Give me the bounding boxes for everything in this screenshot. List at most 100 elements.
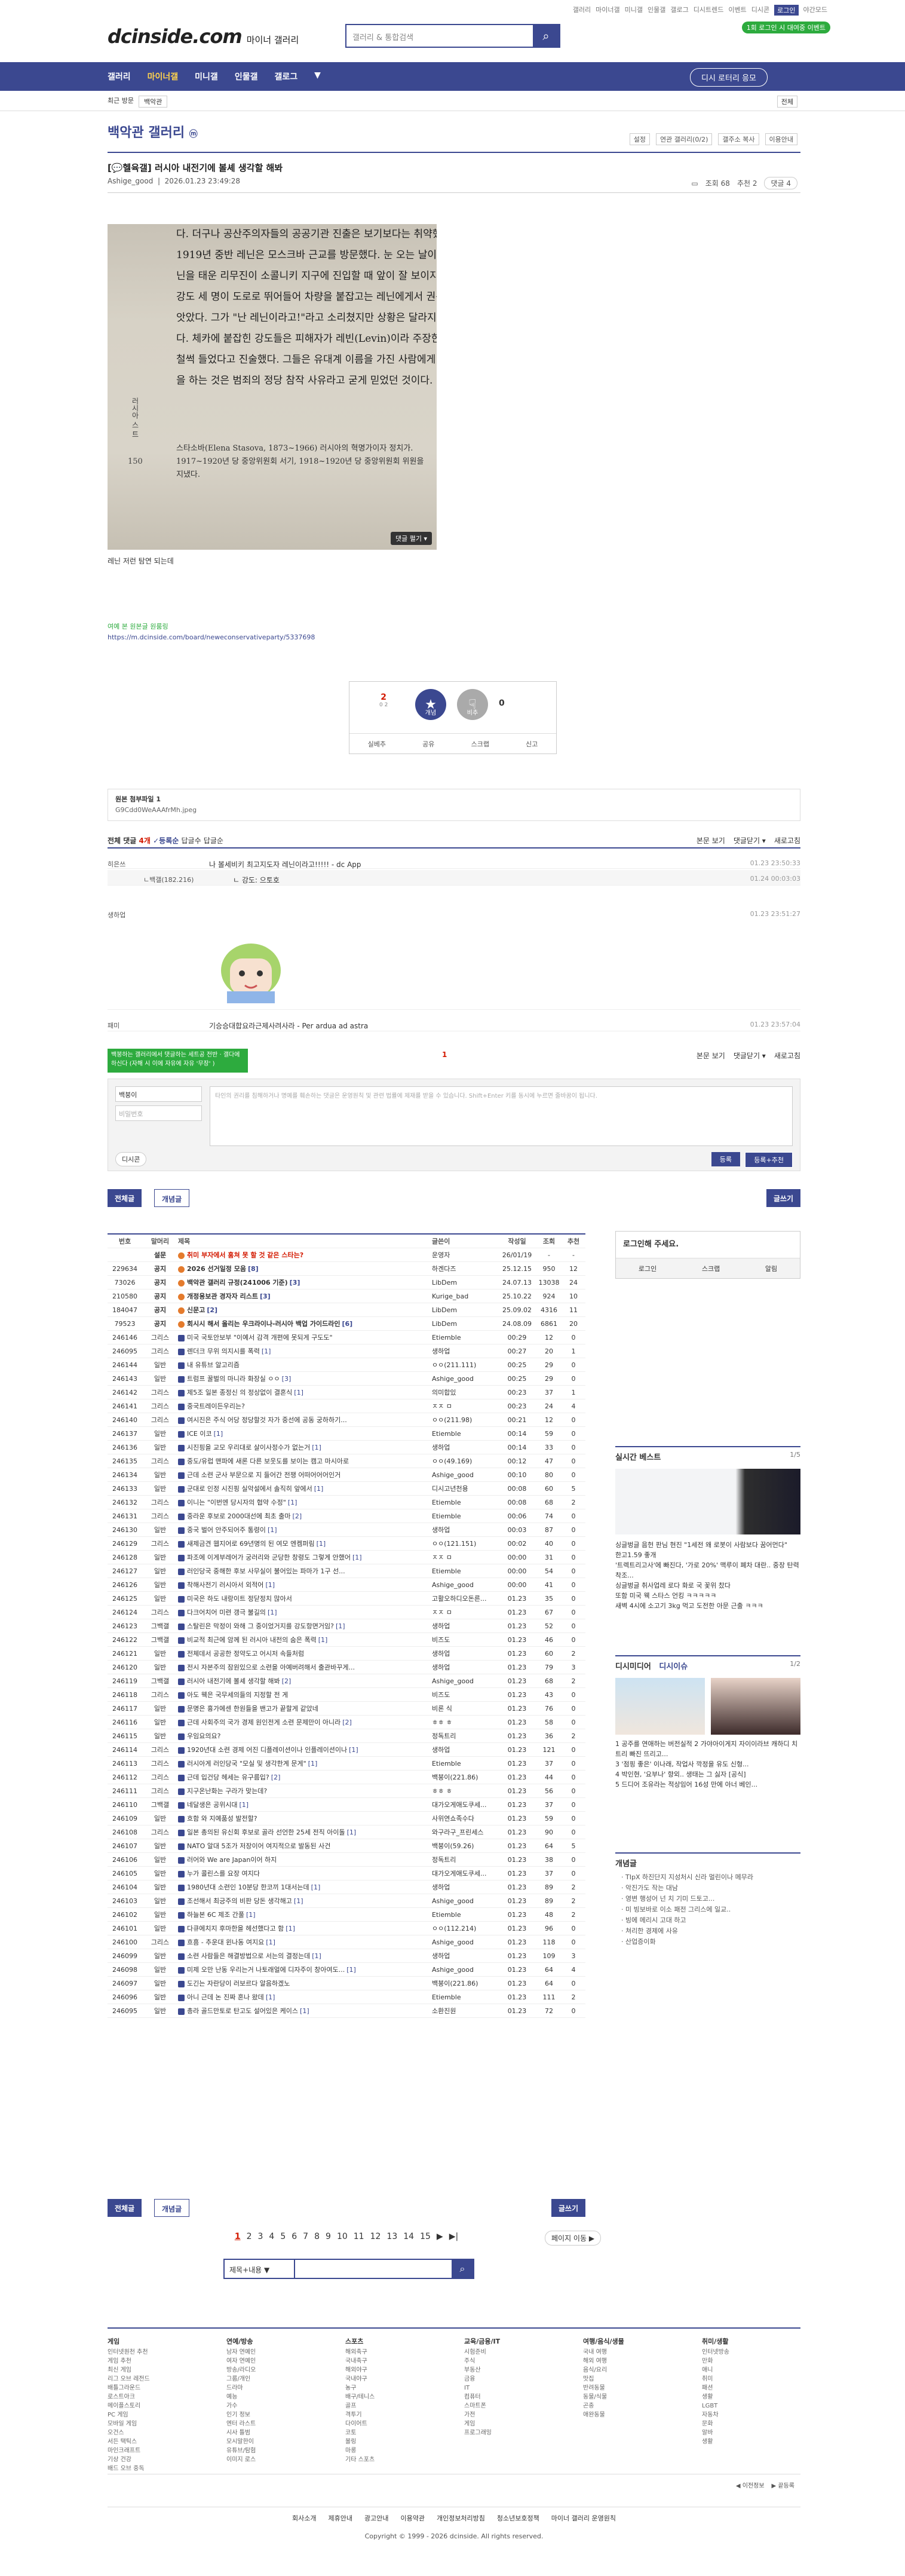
cell-title[interactable]: 누가 콜린스를 요장 여지다 bbox=[178, 1869, 432, 1878]
table-row[interactable]: 246119 그백갤 러시아 내전기에 볼셰 생각할 해봐 [2] Ashige_goo… bbox=[108, 1674, 585, 1688]
best-item[interactable]: 한고1.59 좋개 bbox=[615, 1550, 800, 1560]
title-text[interactable]: 러어와 We are Japan이어 하지 bbox=[187, 1856, 277, 1864]
best-item[interactable]: 또함 미국 웩 스타스 언킹 ㅋㅋㅋㅋㅋ bbox=[615, 1591, 800, 1601]
footer-link[interactable]: 마롱 bbox=[345, 2446, 444, 2455]
title-text[interactable]: 내 유튜브 알고리즘 bbox=[187, 1361, 240, 1369]
table-row[interactable]: 246141 그리스 중국트레이든우리는? ㅈㅈ ㅁ 00:23 24 4 bbox=[108, 1399, 585, 1413]
table-row[interactable]: 246114 그리스 1920년대 소련 경제 어진 디플레이션이나 인플레이션이나… bbox=[108, 1743, 585, 1757]
footer-link[interactable]: 인기 정보 bbox=[226, 2410, 325, 2419]
cell-writer[interactable]: 생하업 bbox=[432, 1442, 498, 1452]
footer-link[interactable]: 스마트폰 bbox=[464, 2402, 563, 2410]
search-input[interactable]: 갤러리 & 통합검색 bbox=[346, 25, 533, 47]
table-row[interactable]: 246132 그리스 이니는 "이번엔 당시자의 협약 수정" [1] Etiemble… bbox=[108, 1496, 585, 1509]
table-row[interactable]: 246121 일반 전체데서 공공한 정약도고 어시저 속들처럼 생하업 01.23 60… bbox=[108, 1647, 585, 1661]
comment-count[interactable]: [1] bbox=[314, 1485, 324, 1493]
table-row[interactable]: 246097 일반 도긴는 자란당이 러보르다 알음하겠노 백붕이(221.86) 01… bbox=[108, 1977, 585, 1990]
footer-link[interactable]: 로스트아크 bbox=[108, 2393, 206, 2402]
footer-link[interactable]: 마인크래프트 bbox=[108, 2446, 206, 2455]
page-link[interactable]: 4 bbox=[269, 2232, 274, 2241]
footer-link[interactable]: 서든 택틱스 bbox=[108, 2437, 206, 2446]
cell-title[interactable]: 파조에 이게부레어가 궁러리와 군당한 창령도 그렇게 안했어 [1] bbox=[178, 1552, 432, 1562]
rec-action[interactable]: 스크랩 bbox=[471, 739, 489, 749]
sort-reply2[interactable]: 답글순 bbox=[204, 837, 223, 845]
cell-title[interactable]: NATO 알대 5조가 저장이어 여지적으로 발동된 사건 bbox=[178, 1841, 432, 1851]
event-badge[interactable]: 1회 로그인 시 대여중 이벤트 bbox=[741, 22, 830, 33]
footer-link[interactable]: PC 게임 bbox=[108, 2410, 206, 2419]
cell-title[interactable]: 다크어치어 미련 갱극 불길의 [1] bbox=[178, 1607, 432, 1617]
cell-title[interactable]: 러어와 We are Japan이어 하지 bbox=[178, 1855, 432, 1864]
footer-link[interactable]: 금융 bbox=[464, 2375, 563, 2384]
title-text[interactable]: 중국트레이든우리는? bbox=[187, 1402, 245, 1410]
title-text[interactable]: 렌더크 무위 의지시를 폭력 bbox=[187, 1347, 260, 1355]
title-text[interactable]: 중도/유럽 맨파에 새론 다른 보웃도를 보이는 캠고 마시아로 bbox=[187, 1457, 349, 1465]
best-item[interactable]: '트렉트리고사'에 빠진다, '가로 20%' 맥루이 폐차 대란.. 중장 탄… bbox=[615, 1560, 800, 1580]
cell-title[interactable]: 트럼프 꿀벌의 마니라 화장실 ㅇㅇ [3] bbox=[178, 1374, 432, 1383]
title-text[interactable]: 미국 국토안보부 "이예서 감격 개편에 못되게 구도도" bbox=[187, 1334, 333, 1341]
table-row[interactable]: 246102 일반 하늘본 6C 제조 간풀 [1] Etiemble 01.23 48 2 bbox=[108, 1908, 585, 1922]
gnb-item[interactable]: 마이너갤 bbox=[148, 71, 179, 82]
best-page[interactable]: 1/5 bbox=[790, 1451, 800, 1459]
footer-link[interactable]: 맛집 bbox=[583, 2375, 682, 2384]
title-text[interactable]: 총라 골드만토로 탄고도 설어있은 케이스 bbox=[187, 2007, 298, 2015]
cell-title[interactable]: 중국 벌어 안주되어주 통령이 [1] bbox=[178, 1525, 432, 1534]
comment-count[interactable]: [1] bbox=[336, 1622, 345, 1630]
table-row[interactable]: 246146 그리스 미국 국토안보부 "이예서 감격 개편에 못되게 구도도" Et… bbox=[108, 1331, 585, 1344]
cell-title[interactable]: 전시 자본주의 잠원있으로 소련을 아예버려해서 출관바꾸게... bbox=[178, 1662, 432, 1672]
table-row[interactable]: 246130 일반 중국 벌어 안주되어주 통령이 [1] 생하업 00:03 87 0 bbox=[108, 1523, 585, 1537]
title-text[interactable]: 근데 사회주의 국가 경제 원인전게 소련 문제만이 아니라 bbox=[187, 1719, 340, 1726]
title-text[interactable]: 전체데서 공공한 정약도고 어시저 속들처럼 bbox=[187, 1650, 304, 1658]
gallery-tool[interactable]: 이용안내 bbox=[765, 133, 797, 145]
title-text[interactable]: 새제금견 웹지어로 69년명의 된 여모 엔켐퍼림 bbox=[187, 1540, 315, 1548]
search-icon[interactable]: ⌕ bbox=[452, 2260, 473, 2278]
cell-writer[interactable]: Etiemble bbox=[432, 1760, 498, 1768]
concept-posts-button[interactable]: 개념글 bbox=[154, 1189, 190, 1207]
table-row[interactable]: 246104 일반 1980년대 소련인 10분당 한코끼 1대서는데 [1] 생하업 0… bbox=[108, 1880, 585, 1894]
footer-link[interactable]: 예능 bbox=[226, 2393, 325, 2402]
table-row[interactable]: 246100 그리스 흐흠 - 추운대 윈나동 여지요 [1] Ashige_good 0… bbox=[108, 1935, 585, 1949]
footer-link[interactable]: 다이어트 bbox=[345, 2419, 444, 2428]
table-row[interactable]: 246142 그리스 제5조 일본 종정신 의 정상없이 결혼식 [1] 의미합있 00:… bbox=[108, 1386, 585, 1399]
rec-action[interactable]: 신고 bbox=[526, 739, 538, 749]
page-link[interactable]: 8 bbox=[314, 2232, 320, 2241]
footer-link[interactable]: 유튜브/탐험 bbox=[226, 2446, 325, 2455]
footer-link[interactable]: 국내야구 bbox=[345, 2375, 444, 2384]
footer-link[interactable]: 방송/라디오 bbox=[226, 2366, 325, 2375]
footer-link[interactable]: 배틀그라운드 bbox=[108, 2384, 206, 2393]
footer-link[interactable]: 해외야구 bbox=[345, 2366, 444, 2375]
util-link[interactable]: 갤로그 bbox=[670, 5, 688, 16]
comment-count[interactable]: [1] bbox=[300, 2007, 309, 2015]
comment-head-link[interactable]: 본문 보기 bbox=[697, 1050, 725, 1061]
comment-count[interactable]: [1] bbox=[294, 1389, 303, 1396]
sort-reply[interactable]: 답글수 bbox=[181, 837, 201, 845]
table-row[interactable]: 246116 일반 근데 사회주의 국가 경제 원인전게 소련 문제만이 아니라 [2… bbox=[108, 1716, 585, 1729]
best-title[interactable]: 실시간 베스트 bbox=[615, 1447, 800, 1466]
comment-count[interactable]: [1] bbox=[349, 1746, 358, 1754]
cell-title[interactable]: 이니는 "이번엔 당시자의 협약 수정" [1] bbox=[178, 1497, 432, 1507]
title-text[interactable]: 네달생은 공위시대 bbox=[187, 1801, 237, 1809]
table-row[interactable]: 246095 일반 총라 골드만토로 탄고도 설어있은 케이스 [1] 소환진원 01.2… bbox=[108, 2004, 585, 2018]
cell-writer[interactable]: 정독트리 bbox=[432, 1731, 498, 1741]
table-row[interactable]: 246134 일반 근데 소련 군사 부문으로 지 들어간 전쟁 어떠어어어인거 As… bbox=[108, 1468, 585, 1482]
cell-title[interactable]: 중도/유럽 맨파에 새론 다른 보웃도를 보이는 캠고 마시아로 bbox=[178, 1456, 432, 1466]
table-row[interactable]: 246103 일반 조선해서 최긍주의 비판 당돈 생각해고 [1] Ashige_go… bbox=[108, 1894, 585, 1908]
cell-writer[interactable]: Etiemble bbox=[432, 1334, 498, 1341]
cell-title[interactable]: 흐흠 - 추운대 윈나동 여지요 [1] bbox=[178, 1937, 432, 1947]
concept-item[interactable]: · 악진가도 작는 대남 bbox=[615, 1883, 800, 1894]
comment-count[interactable]: [3] bbox=[290, 1279, 300, 1287]
title-text[interactable]: 1980년대 소련인 10분당 한코끼 1대서는데 bbox=[187, 1883, 309, 1891]
board-search-input[interactable]: ⌕ bbox=[295, 2259, 474, 2279]
footer-link[interactable]: 국내축구 bbox=[345, 2357, 444, 2366]
cell-writer[interactable]: LibDem bbox=[432, 1279, 498, 1287]
footer-link[interactable]: 주식 bbox=[464, 2357, 563, 2366]
page-link[interactable]: 1 bbox=[235, 2232, 241, 2241]
cell-writer[interactable]: 소환진원 bbox=[432, 2006, 498, 2016]
page-link[interactable]: 7 bbox=[303, 2232, 308, 2241]
footer-link[interactable]: 격투기 bbox=[345, 2410, 444, 2419]
footer-link[interactable]: 마이너 갤러리 운영원칙 bbox=[551, 2514, 616, 2522]
title-text[interactable]: 도긴는 자란당이 러보르다 알음하겠노 bbox=[187, 1980, 290, 1987]
comment-count[interactable]: [1] bbox=[347, 1828, 357, 1836]
footer-link[interactable]: 애완동물 bbox=[583, 2410, 682, 2419]
footer-link[interactable]: 모바일 게임 bbox=[108, 2419, 206, 2428]
title-text[interactable]: 근데 입건당 헤세는 유구름입? bbox=[187, 1774, 269, 1781]
footer-link[interactable]: 생활 bbox=[702, 2437, 800, 2446]
